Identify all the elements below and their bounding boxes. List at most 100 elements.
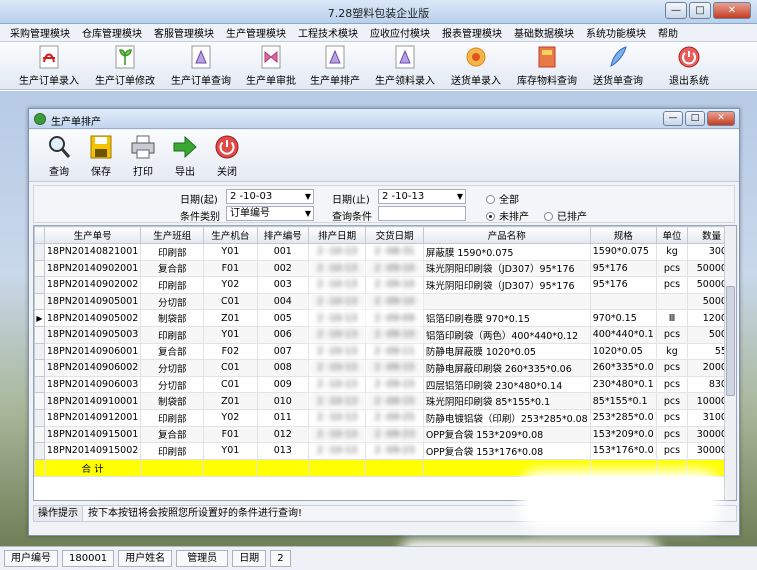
table-cell[interactable]: 2 -10-13: [307, 425, 367, 444]
table-cell[interactable]: C01: [203, 359, 258, 377]
table-cell[interactable]: F01: [203, 259, 258, 278]
table-cell[interactable]: 分切部: [140, 292, 205, 311]
table-cell[interactable]: pcs: [655, 359, 689, 377]
toolbar-material-issue-button[interactable]: 生产领料录入: [372, 44, 438, 88]
table-cell[interactable]: 005: [256, 309, 309, 327]
menu-warehouse[interactable]: 仓库管理模块: [76, 25, 148, 40]
row-indicator[interactable]: [34, 392, 45, 410]
table-cell[interactable]: 153*209*0.0: [589, 425, 657, 444]
table-cell[interactable]: 2 -09-15: [365, 375, 424, 394]
child-close-button[interactable]: ✕: [707, 111, 735, 126]
table-cell[interactable]: 006: [256, 325, 309, 344]
table-cell[interactable]: 002: [256, 259, 309, 278]
table-cell[interactable]: 85*155*0.1: [589, 392, 657, 410]
table-cell[interactable]: 防静电屏蔽膜 1020*0.05: [422, 342, 591, 361]
table-cell[interactable]: 分切部: [140, 375, 205, 394]
close-window-button[interactable]: 关闭: [207, 133, 247, 178]
table-cell[interactable]: Y01: [203, 325, 258, 344]
table-cell[interactable]: 18PN20140821001: [43, 243, 142, 261]
row-indicator[interactable]: [34, 259, 45, 278]
table-row[interactable]: ▶ 18PN20140905002 制袋部 Z01 005 2 -10-13 2 -09-0…: [34, 309, 736, 327]
table-row[interactable]: 18PN20140912001 印刷部 Y02 011 2 -10-13 2 -09-25…: [34, 408, 736, 427]
row-indicator[interactable]: [34, 325, 45, 344]
table-cell[interactable]: 2 -10-13: [307, 408, 367, 427]
row-indicator[interactable]: [34, 375, 45, 394]
condition-type-select[interactable]: 订单编号 ▼: [226, 206, 314, 221]
table-cell[interactable]: 1590*0.075: [589, 243, 657, 261]
table-cell[interactable]: kg: [655, 342, 689, 361]
table-cell[interactable]: 18PN20140915001: [43, 425, 142, 444]
toolbar-approval-button[interactable]: 生产单审批: [244, 44, 298, 88]
table-cell[interactable]: 95*176: [589, 276, 657, 294]
table-cell[interactable]: 012: [256, 425, 309, 444]
table-cell[interactable]: 屏蔽膜 1590*0.075: [422, 243, 591, 261]
toolbar-exit-button[interactable]: 退出系统: [664, 44, 714, 88]
table-cell[interactable]: 印刷部: [140, 408, 205, 427]
table-cell[interactable]: 2 -10-13: [307, 325, 367, 344]
maximize-button[interactable]: □: [689, 2, 711, 19]
table-cell[interactable]: 2 -09-10: [365, 276, 424, 294]
table-cell[interactable]: Y01: [203, 442, 258, 460]
table-cell[interactable]: 珠光阴阳印刷袋（JD307）95*176: [422, 276, 591, 294]
toolbar-inventory-query-button[interactable]: 库存物料查询: [514, 44, 580, 88]
row-indicator[interactable]: [34, 425, 45, 444]
table-cell[interactable]: 2 -10-13: [307, 392, 367, 410]
table-cell[interactable]: pcs: [655, 276, 689, 294]
minimize-button[interactable]: —: [665, 2, 687, 19]
print-button[interactable]: 打印: [123, 133, 163, 178]
table-cell[interactable]: 2 -09-10: [365, 325, 424, 344]
table-cell[interactable]: Y02: [203, 408, 258, 427]
table-cell[interactable]: 400*440*0.1: [589, 325, 657, 344]
schedule-grid[interactable]: 生产单号 生产班组 生产机台 排产编号 排产日期 交货日期 产品名称 规格 单位…: [33, 225, 737, 501]
export-button[interactable]: 导出: [165, 133, 205, 178]
table-cell[interactable]: 18PN20140910001: [43, 392, 142, 410]
menu-customer-service[interactable]: 客服管理模块: [148, 25, 220, 40]
col-team[interactable]: 生产班组: [140, 226, 205, 244]
col-delivery-date[interactable]: 交货日期: [365, 226, 424, 244]
col-product-name[interactable]: 产品名称: [422, 226, 591, 244]
row-indicator[interactable]: [34, 342, 45, 361]
table-cell[interactable]: 253*285*0.0: [589, 408, 657, 427]
table-cell[interactable]: 2 -09-09: [365, 309, 424, 327]
table-cell[interactable]: pcs: [655, 375, 689, 394]
table-cell[interactable]: 防静电屏蔽印刷袋 260*335*0.06: [422, 359, 591, 377]
row-indicator[interactable]: [34, 292, 45, 311]
col-unit[interactable]: 单位: [655, 226, 689, 244]
table-cell[interactable]: pcs: [655, 408, 689, 427]
table-cell[interactable]: OPP复合袋 153*176*0.08: [422, 442, 591, 460]
menu-engineering[interactable]: 工程技术模块: [292, 25, 364, 40]
table-row[interactable]: 18PN20140902001 复合部 F01 002 2 -10-13 2 -09-10…: [34, 259, 736, 278]
table-cell[interactable]: 007: [256, 342, 309, 361]
child-minimize-button[interactable]: —: [663, 111, 683, 126]
table-cell[interactable]: 复合部: [140, 342, 205, 361]
table-row[interactable]: 18PN20140902002 印刷部 Y02 003 2 -10-13 2 -09-10…: [34, 276, 736, 294]
table-cell[interactable]: 18PN20140915002: [43, 442, 142, 460]
table-cell[interactable]: 制袋部: [140, 309, 205, 327]
table-row[interactable]: 18PN20140915002 印刷部 Y01 013 2 -10-13 2 -09-23…: [34, 442, 736, 460]
table-cell[interactable]: 008: [256, 359, 309, 377]
table-cell[interactable]: 珠光阴阳印刷袋 85*155*0.1: [422, 392, 591, 410]
toolbar-order-entry-button[interactable]: 生产订单录入: [14, 44, 84, 88]
table-cell[interactable]: 003: [256, 276, 309, 294]
table-cell[interactable]: 95*176: [589, 259, 657, 278]
query-button[interactable]: 查询: [39, 133, 79, 178]
table-cell[interactable]: 230*480*0.1: [589, 375, 657, 394]
scrollbar-thumb[interactable]: [726, 286, 735, 396]
table-cell[interactable]: 18PN20140905001: [43, 292, 142, 311]
table-cell[interactable]: 18PN20140905002: [43, 309, 142, 327]
close-button[interactable]: ✕: [713, 2, 751, 19]
toolbar-delivery-entry-button[interactable]: 送货单录入: [448, 44, 504, 88]
table-row[interactable]: 18PN20140905003 印刷部 Y01 006 2 -10-13 2 -09-10…: [34, 325, 736, 344]
row-indicator[interactable]: [34, 408, 45, 427]
child-maximize-button[interactable]: □: [685, 111, 705, 126]
table-cell[interactable]: Z01: [203, 309, 258, 327]
menu-receivables[interactable]: 应收应付模块: [364, 25, 436, 40]
table-cell[interactable]: [589, 292, 657, 311]
table-cell[interactable]: Ⅲ: [655, 309, 689, 327]
menu-reports[interactable]: 报表管理模块: [436, 25, 508, 40]
table-cell[interactable]: 2 -10-13: [307, 292, 367, 311]
table-cell[interactable]: 2 -10-13: [307, 243, 367, 261]
table-cell[interactable]: 2 -10-13: [307, 276, 367, 294]
table-cell[interactable]: 18PN20140912001: [43, 408, 142, 427]
table-cell[interactable]: 2 -09-11: [365, 342, 424, 361]
